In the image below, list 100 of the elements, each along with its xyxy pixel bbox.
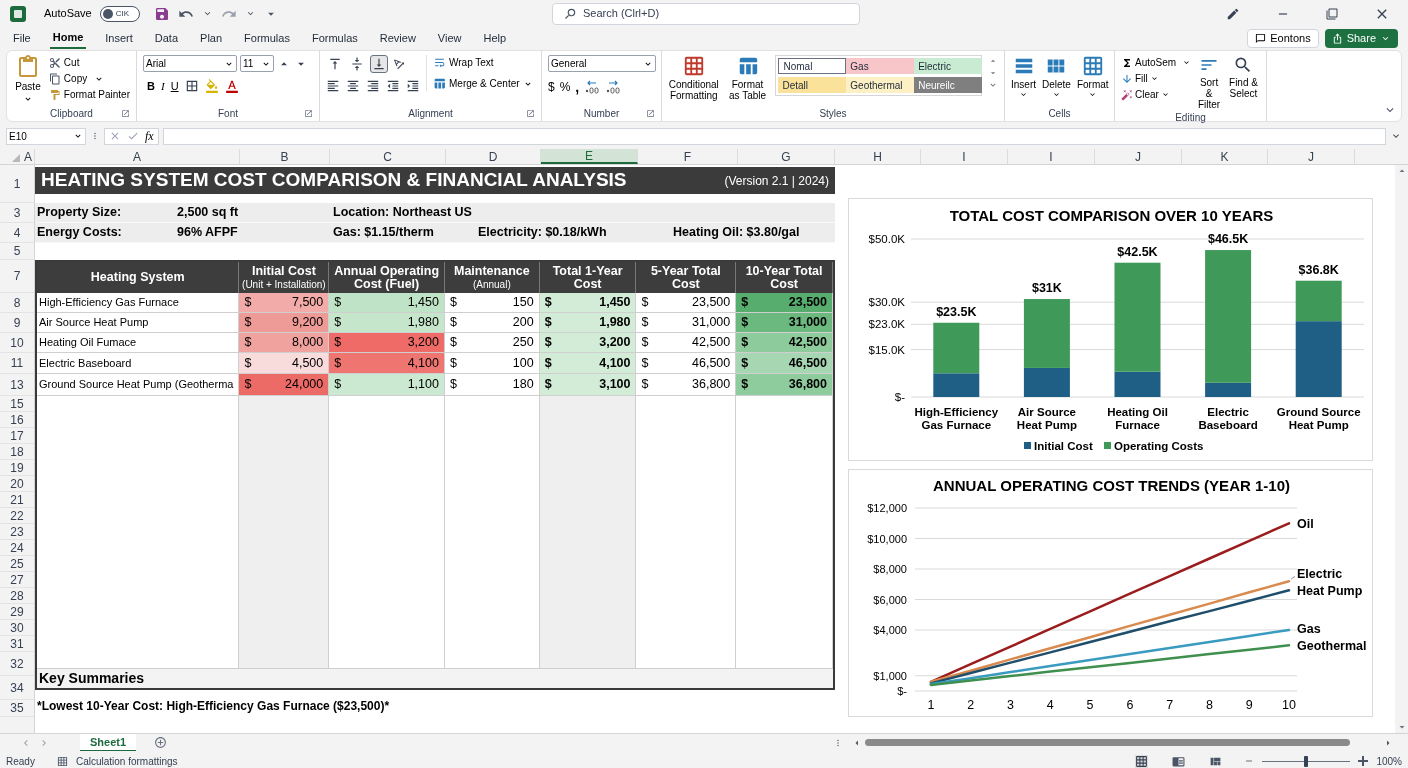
row-number[interactable]: 17 (0, 428, 34, 444)
cancel-icon[interactable] (109, 130, 121, 142)
align-left-icon[interactable] (326, 79, 340, 93)
underline-button[interactable]: U (170, 78, 179, 95)
indent-decrease-icon[interactable] (386, 79, 400, 93)
row-number[interactable]: 8 (0, 293, 34, 313)
comments-button[interactable]: Eontons (1247, 29, 1319, 48)
font-size-field[interactable]: 11 (240, 55, 274, 72)
sort-filter-button[interactable]: Sort & Filter (1197, 55, 1221, 110)
column-header[interactable]: K (1182, 149, 1268, 164)
zoom-slider-thumb[interactable] (1304, 755, 1309, 767)
row-number[interactable]: 7 (0, 260, 34, 293)
row-number[interactable]: 1 (0, 165, 34, 203)
pen-icon[interactable] (1226, 6, 1240, 21)
row-number[interactable]: 13 (0, 374, 34, 396)
menu-tab[interactable]: Help (480, 28, 510, 49)
sheet-tab[interactable]: Sheet1 (80, 733, 137, 752)
save-icon[interactable] (153, 5, 170, 22)
cells-delete-button[interactable]: Delete (1042, 55, 1071, 99)
wrap-text-button[interactable]: Wrap Text (433, 55, 533, 70)
row-number[interactable]: 35 (0, 700, 34, 717)
row-number[interactable]: 24 (0, 540, 34, 556)
row-number[interactable]: 28 (0, 588, 34, 604)
menu-tab[interactable]: Formulas (241, 28, 293, 49)
menu-tab[interactable]: Formulas (308, 28, 361, 49)
restore-icon[interactable] (1326, 7, 1338, 20)
conditional-formatting-button[interactable]: Conditional Formatting (668, 55, 720, 101)
font-family-field[interactable]: Arial (143, 55, 237, 72)
menu-tab[interactable]: Insert (102, 28, 136, 49)
menu-tab[interactable]: Review (376, 28, 419, 49)
align-right-icon[interactable] (366, 79, 380, 93)
row-number[interactable]: 21 (0, 492, 34, 508)
row-number[interactable]: 3 (0, 203, 34, 223)
menu-tab[interactable]: Data (151, 28, 182, 49)
dialog-launcher-icon[interactable] (646, 109, 655, 118)
row-number[interactable]: 34 (0, 676, 34, 700)
cell-style-swatch[interactable]: Geothermal (846, 77, 915, 93)
row-number[interactable]: 29 (0, 604, 34, 620)
column-header[interactable]: A (35, 149, 240, 164)
paste-button[interactable]: Paste (13, 55, 43, 104)
column-header[interactable]: F (638, 149, 738, 164)
row-number[interactable]: 23 (0, 524, 34, 540)
column-header[interactable]: H (835, 149, 921, 164)
align-center-icon[interactable] (346, 79, 360, 93)
dialog-launcher-icon[interactable] (121, 109, 130, 118)
horizontal-scrollbar[interactable] (865, 739, 1350, 746)
dialog-launcher-icon[interactable] (526, 109, 535, 118)
fill-color-icon[interactable] (204, 79, 219, 94)
clear-button[interactable]: Clear (1121, 87, 1192, 102)
row-number[interactable]: 15 (0, 396, 34, 412)
column-header[interactable]: I (921, 149, 1008, 164)
row-number[interactable]: 30 (0, 620, 34, 636)
row-number[interactable]: 32 (0, 652, 34, 676)
menu-tab[interactable]: Plan (197, 28, 226, 49)
zoom-in-icon[interactable] (1358, 756, 1369, 766)
normal-view-icon[interactable] (1135, 754, 1149, 768)
indent-increase-icon[interactable] (406, 79, 420, 93)
formula-input[interactable] (162, 127, 1386, 145)
column-header[interactable]: E (541, 149, 638, 164)
row-number[interactable]: 16 (0, 412, 34, 428)
decrease-decimal-icon[interactable] (605, 80, 622, 94)
column-header[interactable]: J (1268, 149, 1355, 164)
cell-style-swatch[interactable]: Neureilc (914, 77, 983, 93)
find-select-button[interactable]: Find & Select (1227, 55, 1260, 99)
column-header[interactable]: C (330, 149, 446, 164)
row-number[interactable]: 18 (0, 444, 34, 460)
name-box[interactable]: E10 (6, 127, 86, 145)
cell-style-swatch[interactable]: Gas (846, 58, 915, 74)
column-header[interactable]: I (1008, 149, 1095, 164)
currency-button[interactable]: $ (548, 78, 555, 96)
autosave-toggle[interactable]: CIK (99, 5, 140, 22)
search-field[interactable]: Search (Clrl+D) (552, 2, 860, 25)
column-header[interactable]: B (240, 149, 330, 164)
row-number[interactable]: 22 (0, 508, 34, 524)
page-layout-icon[interactable] (1172, 754, 1186, 768)
fill-button[interactable]: Fill (1121, 71, 1192, 86)
row-number[interactable]: 31 (0, 636, 34, 652)
bold-button[interactable]: B (147, 78, 155, 95)
borders-icon[interactable] (184, 79, 199, 94)
row-number[interactable]: 19 (0, 460, 34, 476)
row-number[interactable]: 10 (0, 333, 34, 353)
cell-style-swatch[interactable]: Nomal (778, 58, 847, 74)
row-number[interactable]: 5 (0, 243, 34, 260)
row-number[interactable]: 4 (0, 223, 34, 243)
number-format-field[interactable]: General (548, 55, 656, 72)
autosum-button[interactable]: AutoSem (1121, 55, 1192, 70)
cell-style-swatch[interactable]: Detall (778, 77, 847, 93)
cells-insert-button[interactable]: Insert (1011, 55, 1036, 99)
column-header[interactable]: A (22, 149, 35, 164)
copy-button[interactable]: Copy (48, 71, 130, 86)
percent-button[interactable]: % (559, 78, 571, 96)
row-number[interactable]: 27 (0, 572, 34, 588)
row-number[interactable]: 9 (0, 313, 34, 333)
row-number[interactable]: 25 (0, 556, 34, 572)
format-painter-button[interactable]: Format Painter (48, 87, 130, 102)
merge-center-button[interactable]: Merge & Center (433, 76, 533, 91)
menu-tab[interactable]: Home (49, 28, 87, 49)
vertical-align-button[interactable] (370, 55, 388, 73)
add-sheet-icon[interactable] (154, 736, 168, 749)
dialog-launcher-icon[interactable] (304, 109, 313, 118)
